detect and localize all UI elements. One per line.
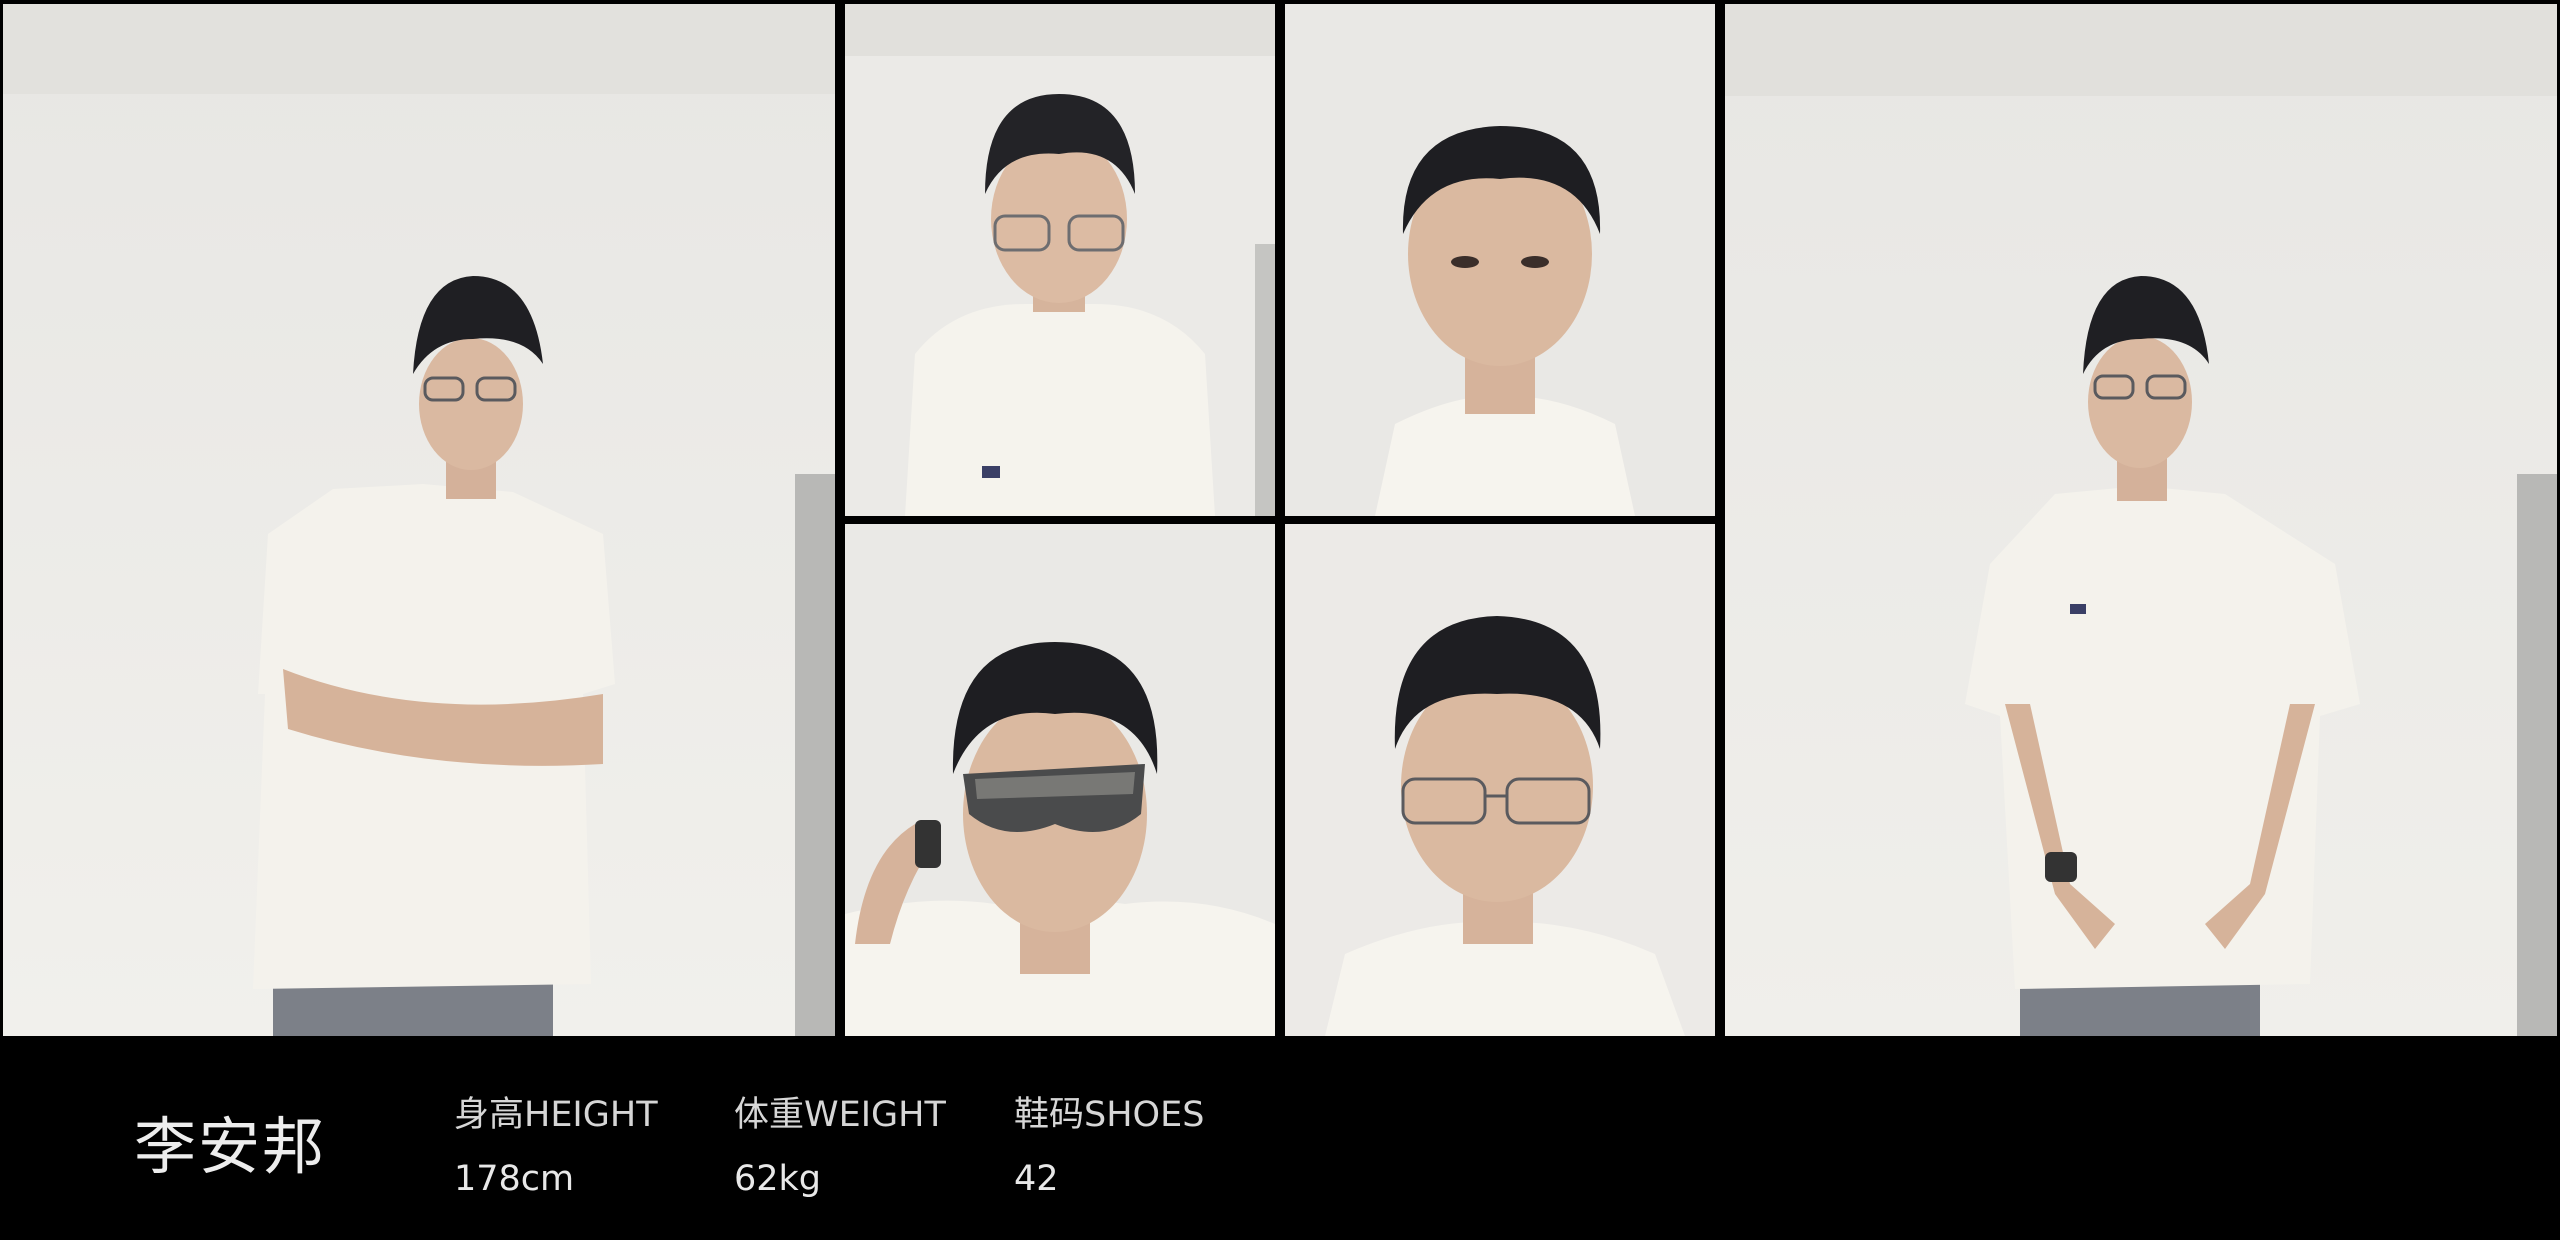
- glasses-headshot-photo: [1285, 524, 1715, 1036]
- model-name: 李安邦: [134, 1110, 327, 1183]
- headshot-front-photo: [1285, 4, 1715, 516]
- stat-weight-label: 体重WEIGHT: [734, 1095, 946, 1135]
- stat-height-value: 178cm: [454, 1159, 575, 1199]
- full-body-photo-right: [1725, 4, 2557, 1036]
- full-body-portrait-hands-clasped-icon: [1725, 4, 2557, 1036]
- model-card: 李安邦 身高HEIGHT 178cm 体重WEIGHT 62kg 鞋码SHOES…: [0, 0, 2560, 1240]
- stat-weight-value: 62kg: [734, 1159, 822, 1199]
- stat-height-label: 身高HEIGHT: [454, 1095, 658, 1135]
- headshot-front-icon: [1285, 4, 1715, 516]
- headshot-glasses-icon: [1285, 524, 1715, 1036]
- upper-body-photo: [845, 4, 1275, 516]
- stat-shoes: 鞋码SHOES 42: [1014, 1086, 1204, 1199]
- stat-shoes-label: 鞋码SHOES: [1014, 1095, 1205, 1135]
- upper-body-portrait-glasses-icon: [845, 4, 1275, 516]
- sunglasses-photo: [845, 524, 1275, 1036]
- stat-weight: 体重WEIGHT 62kg: [734, 1086, 946, 1199]
- stat-shoes-value: 42: [1014, 1159, 1059, 1199]
- stat-height: 身高HEIGHT 178cm: [454, 1086, 658, 1199]
- full-body-portrait-arms-crossed-icon: [3, 4, 835, 1036]
- headshot-sunglasses-icon: [845, 524, 1275, 1036]
- full-body-photo-left: [3, 4, 835, 1036]
- info-bar: 李安邦 身高HEIGHT 178cm 体重WEIGHT 62kg 鞋码SHOES…: [0, 1036, 2560, 1240]
